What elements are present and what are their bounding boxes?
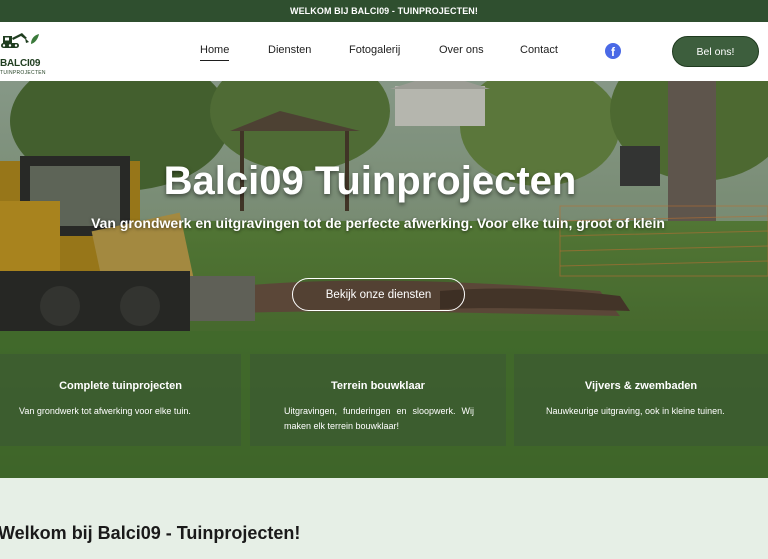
service-card-text: Van grondwerk tot afwerking voor elke tu… [19,406,191,416]
service-card-text: Nauwkeurige uitgraving, ook in kleine tu… [546,406,725,416]
announcement-text: WELKOM BIJ BALCI09 - TUINPROJECTEN! [289,6,478,16]
service-card-complete[interactable]: Complete tuinprojecten Van grondwerk tot… [0,354,241,446]
call-us-button[interactable]: Bel ons! [672,36,759,67]
brand-tagline: TUINPROJECTEN [0,70,46,76]
welcome-heading: Welkom bij Balci09 - Tuinprojecten! [0,523,301,543]
service-card-title: Complete tuinprojecten [59,380,182,392]
excavator-icon [1,33,39,48]
service-card-terrein[interactable]: Terrein bouwklaar Uitgravingen, funderin… [250,354,506,446]
site-logo[interactable]: BALCI09 TUINPROJECTEN [0,32,48,76]
service-card-vijvers[interactable]: Vijvers & zwembaden Nauwkeurige uitgravi… [514,354,768,446]
nav-diensten[interactable]: Diensten [268,44,311,56]
brand-name: BALCI09 [0,58,41,69]
service-card-title: Terrein bouwklaar [331,380,425,392]
nav-contact[interactable]: Contact [520,44,558,56]
hero-subtitle: Van grondwerk en uitgravingen tot de per… [91,215,665,231]
nav-home[interactable]: Home [200,44,230,61]
announcement-bar: WELKOM BIJ BALCI09 - TUINPROJECTEN! [0,0,768,22]
site-header: BALCI09 TUINPROJECTEN Home Diensten Foto… [0,22,768,81]
facebook-icon[interactable]: f [605,43,621,59]
view-services-button[interactable]: Bekijk onze diensten [292,278,465,311]
hero-section: Balci09 Tuinprojecten Van grondwerk en u… [0,81,768,478]
service-card-text: Uitgravingen, funderingen en sloopwerk. … [284,406,474,431]
service-card-title: Vijvers & zwembaden [584,380,698,392]
hero-title: Balci09 Tuinprojecten [163,159,577,203]
nav-over-ons[interactable]: Over ons [439,44,484,56]
nav-fotogalerij[interactable]: Fotogalerij [349,44,400,56]
